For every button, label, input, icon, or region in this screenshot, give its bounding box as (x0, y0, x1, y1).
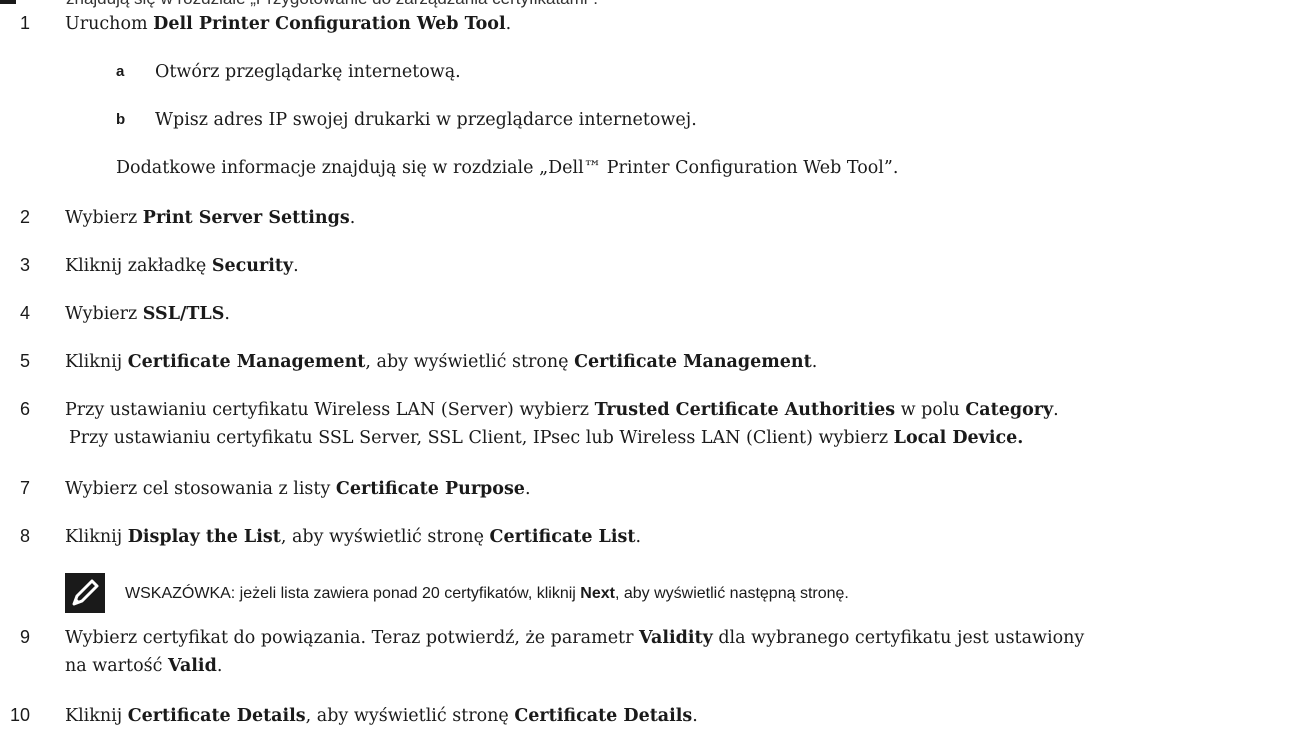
step-5-number: 5 (19, 351, 30, 371)
substep-a-text: Otwórz przeglądarkę internetową. (155, 62, 461, 82)
step-7-text: Wybierz cel stosowania z listy Certifica… (65, 479, 531, 499)
step-6-continuation: Przy ustawianiu certyfikatu SSL Server, … (69, 428, 1024, 448)
note-text: WSKAZÓWKA: jeżeli lista zawiera ponad 20… (125, 585, 849, 602)
step-6-text: Przy ustawianiu certyfikatu Wireless LAN… (65, 400, 1059, 420)
step-5-text: Kliknij Certificate Management, aby wyśw… (65, 352, 818, 372)
step-1-text: Uruchom Dell Printer Configuration Web T… (65, 14, 512, 34)
step-8-number: 8 (19, 526, 30, 546)
step-9-number: 9 (19, 627, 30, 647)
step-4-number: 4 (19, 303, 30, 323)
step-4-text: Wybierz SSL/TLS. (65, 304, 230, 324)
cut-off-text: znajdują się w rozdziale „Przygotowanie … (66, 0, 598, 9)
step-2-text: Wybierz Print Server Settings. (65, 208, 356, 228)
step-3-number: 3 (19, 255, 30, 275)
substep-a-letter: a (116, 63, 125, 80)
step-1-number: 1 (19, 13, 30, 33)
substep-b-letter: b (116, 111, 126, 128)
substep-b-text: Wpisz adres IP swojej drukarki w przeglą… (155, 110, 697, 130)
step-9-continuation: na wartość Valid. (65, 656, 223, 676)
pencil-note-icon (65, 573, 105, 613)
step-1-info: Dodatkowe informacje znajdują się w rozd… (116, 158, 899, 178)
top-bar (0, 0, 16, 4)
step-10-text: Kliknij Certificate Details, aby wyświet… (65, 706, 698, 726)
step-6-number: 6 (19, 399, 30, 419)
step-3-text: Kliknij zakładkę Security. (65, 256, 299, 276)
step-7-number: 7 (19, 478, 30, 498)
step-2-number: 2 (19, 207, 30, 227)
step-9-text: Wybierz certyfikat do powiązania. Teraz … (65, 628, 1085, 648)
step-8-text: Kliknij Display the List, aby wyświetlić… (65, 527, 642, 547)
step-10-number: 10 (9, 705, 30, 725)
